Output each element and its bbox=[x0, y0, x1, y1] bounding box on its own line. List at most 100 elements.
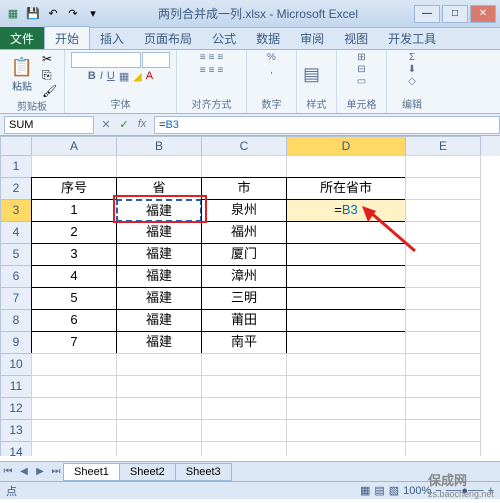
cell[interactable]: 福建 bbox=[116, 221, 202, 244]
cell[interactable] bbox=[31, 353, 117, 376]
cell[interactable]: 厦门 bbox=[201, 243, 287, 266]
align-left-icon[interactable]: ≡ bbox=[200, 65, 206, 76]
cell[interactable] bbox=[116, 441, 202, 456]
cell[interactable] bbox=[201, 155, 287, 178]
cell[interactable]: 7 bbox=[31, 331, 117, 354]
cell[interactable]: 漳州 bbox=[201, 265, 287, 288]
close-button[interactable]: ✕ bbox=[470, 5, 496, 23]
fill-icon[interactable]: ⬇ bbox=[408, 64, 416, 75]
tab-insert[interactable]: 插入 bbox=[90, 27, 134, 49]
cell[interactable] bbox=[405, 331, 481, 354]
name-box[interactable]: SUM bbox=[4, 116, 94, 134]
font-color-icon[interactable]: A bbox=[146, 70, 153, 83]
cell[interactable]: 4 bbox=[31, 265, 117, 288]
cell[interactable] bbox=[286, 265, 406, 288]
cell[interactable] bbox=[201, 353, 287, 376]
cell[interactable]: 南平 bbox=[201, 331, 287, 354]
col-header-e[interactable]: E bbox=[405, 136, 481, 156]
cell[interactable]: 泉州 bbox=[201, 199, 287, 222]
sheet-tab-3[interactable]: Sheet3 bbox=[175, 463, 232, 481]
cell[interactable]: 福建 bbox=[116, 265, 202, 288]
tab-formulas[interactable]: 公式 bbox=[202, 27, 246, 49]
cell[interactable] bbox=[116, 419, 202, 442]
col-header-a[interactable]: A bbox=[31, 136, 117, 156]
border-icon[interactable]: ▦ bbox=[119, 70, 129, 83]
row-header[interactable]: 12 bbox=[0, 397, 32, 420]
view-normal-icon[interactable]: ▦ bbox=[360, 484, 370, 497]
cell[interactable] bbox=[116, 397, 202, 420]
cell[interactable] bbox=[405, 243, 481, 266]
save-icon[interactable]: 💾 bbox=[24, 5, 42, 23]
cell[interactable] bbox=[286, 243, 406, 266]
cell[interactable] bbox=[116, 353, 202, 376]
cell[interactable] bbox=[286, 353, 406, 376]
styles-icon[interactable]: ▤ bbox=[303, 64, 320, 85]
cell[interactable]: 三明 bbox=[201, 287, 287, 310]
col-header-b[interactable]: B bbox=[116, 136, 202, 156]
row-header[interactable]: 3 bbox=[0, 199, 32, 222]
underline-icon[interactable]: U bbox=[107, 70, 115, 83]
cell-header-city[interactable]: 市 bbox=[201, 177, 287, 200]
cell[interactable] bbox=[405, 441, 481, 456]
cell[interactable]: 5 bbox=[31, 287, 117, 310]
align-center-icon[interactable]: ≡ bbox=[209, 65, 215, 76]
align-bot-icon[interactable]: ≡ bbox=[217, 52, 223, 63]
sheet-nav-prev-icon[interactable]: ◀ bbox=[16, 466, 32, 477]
cell[interactable] bbox=[31, 419, 117, 442]
cell[interactable]: 福建 bbox=[116, 243, 202, 266]
cell[interactable] bbox=[405, 287, 481, 310]
font-family-select[interactable] bbox=[71, 52, 141, 68]
cell[interactable] bbox=[405, 155, 481, 178]
cell[interactable] bbox=[286, 155, 406, 178]
cell[interactable] bbox=[201, 397, 287, 420]
cell[interactable] bbox=[286, 331, 406, 354]
tab-view[interactable]: 视图 bbox=[334, 27, 378, 49]
cell[interactable] bbox=[116, 155, 202, 178]
paste-button[interactable]: 📋 粘贴 bbox=[6, 56, 38, 94]
clear-icon[interactable]: ◇ bbox=[408, 76, 416, 87]
sheet-nav-last-icon[interactable]: ⏭ bbox=[48, 466, 64, 477]
cell[interactable] bbox=[405, 309, 481, 332]
fill-color-icon[interactable]: ◢ bbox=[133, 70, 141, 83]
cell[interactable] bbox=[201, 375, 287, 398]
copy-icon[interactable]: ⎘ bbox=[42, 68, 58, 82]
cell[interactable] bbox=[405, 265, 481, 288]
row-header[interactable]: 2 bbox=[0, 177, 32, 200]
sheet-nav-next-icon[interactable]: ▶ bbox=[32, 466, 48, 477]
row-header[interactable]: 14 bbox=[0, 441, 32, 456]
minimize-button[interactable]: — bbox=[414, 5, 440, 23]
cell[interactable] bbox=[201, 419, 287, 442]
cell[interactable]: 福建 bbox=[116, 287, 202, 310]
cell[interactable] bbox=[286, 287, 406, 310]
align-right-icon[interactable]: ≡ bbox=[217, 65, 223, 76]
cell[interactable]: 莆田 bbox=[201, 309, 287, 332]
cell[interactable] bbox=[116, 375, 202, 398]
row-header[interactable]: 9 bbox=[0, 331, 32, 354]
tab-file[interactable]: 文件 bbox=[0, 27, 44, 49]
font-size-select[interactable] bbox=[142, 52, 170, 68]
cell[interactable] bbox=[286, 221, 406, 244]
tab-home[interactable]: 开始 bbox=[44, 26, 90, 49]
cell[interactable]: 福建 bbox=[116, 331, 202, 354]
maximize-button[interactable]: □ bbox=[442, 5, 468, 23]
cell-b3-marching[interactable]: 福建 bbox=[116, 199, 202, 222]
cell[interactable] bbox=[286, 419, 406, 442]
percent-icon[interactable]: % bbox=[267, 52, 276, 63]
row-header[interactable]: 5 bbox=[0, 243, 32, 266]
sheet-tab-2[interactable]: Sheet2 bbox=[119, 463, 176, 481]
cell[interactable] bbox=[201, 441, 287, 456]
format-painter-icon[interactable]: 🖌 bbox=[42, 84, 58, 98]
align-top-icon[interactable]: ≡ bbox=[200, 52, 206, 63]
cell[interactable]: 3 bbox=[31, 243, 117, 266]
formula-bar[interactable]: =B3 bbox=[154, 116, 500, 134]
formula-cancel-icon[interactable]: ✕ bbox=[98, 118, 114, 131]
cell[interactable] bbox=[405, 419, 481, 442]
cell[interactable] bbox=[286, 309, 406, 332]
cell[interactable] bbox=[31, 441, 117, 456]
cell[interactable] bbox=[286, 441, 406, 456]
comma-icon[interactable]: , bbox=[270, 65, 273, 76]
col-header-c[interactable]: C bbox=[201, 136, 287, 156]
cell[interactable] bbox=[405, 397, 481, 420]
row-header[interactable]: 10 bbox=[0, 353, 32, 376]
tab-data[interactable]: 数据 bbox=[246, 27, 290, 49]
